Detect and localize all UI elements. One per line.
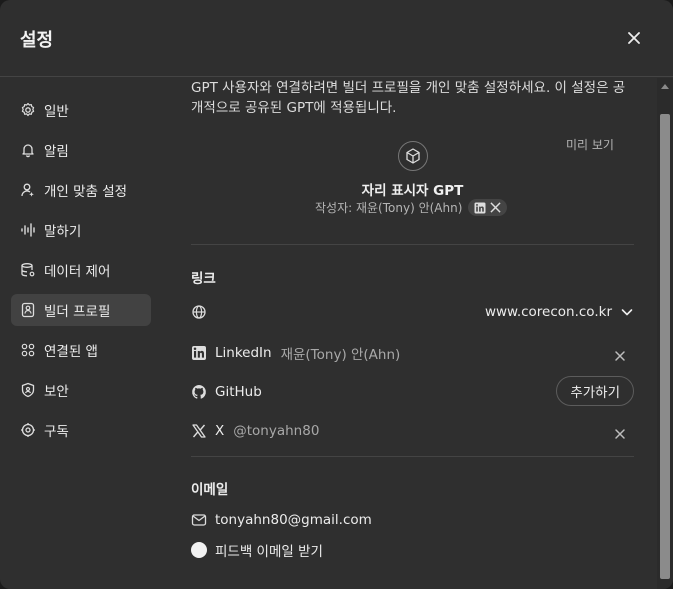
divider — [191, 244, 634, 245]
builder-profile-panel: GPT 사용자와 연결하려면 빌더 프로필을 개인 맞춤 설정하세요. 이 설정… — [165, 78, 657, 589]
gpt-author: 작성자: 재윤(Tony) 안(Ahn) — [315, 199, 508, 216]
scroll-thumb[interactable] — [660, 114, 670, 579]
sidebar-item-label: 말하기 — [44, 224, 82, 240]
links-section-title: 링크 — [191, 271, 216, 287]
content-scrollbar[interactable] — [657, 78, 673, 589]
sidebar-item-general[interactable]: 일반 — [11, 94, 151, 126]
author-text: 작성자: 재윤(Tony) 안(Ahn) — [315, 201, 463, 215]
person-icon — [20, 182, 36, 198]
gear-icon — [20, 102, 36, 118]
github-row: GitHub 추가하기 — [191, 376, 634, 406]
sidebar-item-label: 데이터 제어 — [44, 264, 111, 280]
x-label: X — [215, 423, 225, 439]
close-icon[interactable] — [622, 26, 646, 50]
x-logo-icon — [191, 423, 207, 439]
settings-dialog: 설정 일반 알림 개인 맞춤 설정 말하기 데이터 제어 빌더 프로필 연결된 … — [0, 0, 673, 589]
sidebar-item-label: 개인 맞춤 설정 — [44, 184, 128, 200]
database-icon — [20, 262, 36, 278]
mail-icon — [191, 512, 207, 528]
sidebar-item-connected-apps[interactable]: 연결된 앱 — [11, 334, 151, 366]
cube-icon — [398, 141, 428, 171]
sidebar-item-label: 구독 — [44, 424, 69, 440]
divider — [191, 456, 634, 457]
linkedin-value: 재윤(Tony) 안(Ahn) — [280, 347, 401, 363]
chevron-down-icon — [621, 309, 633, 316]
linkedin-icon — [474, 202, 486, 214]
email-address: tonyahn80@gmail.com — [215, 512, 372, 528]
profile-description: GPT 사용자와 연결하려면 빌더 프로필을 개인 맞춤 설정하세요. 이 설정… — [191, 80, 626, 116]
sidebar-item-security[interactable]: 보안 — [11, 374, 151, 406]
add-github-button[interactable]: 추가하기 — [556, 376, 634, 406]
scroll-up-arrow-icon[interactable] — [661, 84, 669, 89]
globe-icon — [191, 304, 207, 320]
linkedin-icon — [191, 345, 207, 361]
domain-value: www.corecon.co.kr — [484, 304, 612, 320]
bell-icon — [20, 142, 36, 158]
github-icon — [191, 384, 207, 400]
github-label: GitHub — [215, 384, 262, 400]
id-card-icon — [20, 302, 36, 318]
subscription-icon — [20, 422, 36, 438]
sidebar-item-subscription[interactable]: 구독 — [11, 414, 151, 446]
feedback-email-radio[interactable] — [191, 542, 207, 558]
waveform-icon — [20, 222, 36, 238]
linkedin-label: LinkedIn — [215, 345, 272, 361]
shield-icon — [20, 382, 36, 398]
sidebar-item-label: 보안 — [44, 384, 69, 400]
domain-select[interactable]: www.corecon.co.kr — [485, 300, 634, 324]
sidebar-item-notifications[interactable]: 알림 — [11, 134, 151, 166]
sidebar-item-personalization[interactable]: 개인 맞춤 설정 — [11, 174, 151, 206]
preview-label: 미리 보기 — [566, 138, 614, 152]
dialog-title: 설정 — [20, 30, 54, 51]
x-row: X @tonyahn80 — [191, 419, 634, 443]
sidebar-item-label: 일반 — [44, 104, 69, 120]
dialog-header: 설정 — [0, 0, 673, 77]
sidebar-item-label: 연결된 앱 — [44, 344, 98, 360]
apps-grid-icon — [20, 342, 36, 358]
email-section-title: 이메일 — [191, 482, 229, 498]
remove-x-icon[interactable] — [614, 425, 626, 439]
gpt-name: 자리 표시자 GPT — [361, 183, 464, 199]
linkedin-row: LinkedIn 재윤(Tony) 안(Ahn) — [191, 341, 634, 365]
x-value: @tonyahn80 — [233, 423, 320, 439]
feedback-email-label: 피드백 이메일 받기 — [215, 544, 323, 560]
settings-sidebar: 일반 알림 개인 맞춤 설정 말하기 데이터 제어 빌더 프로필 연결된 앱 보… — [0, 78, 165, 589]
feedback-email-row: 피드백 이메일 받기 — [191, 538, 634, 562]
sidebar-item-speech[interactable]: 말하기 — [11, 214, 151, 246]
sidebar-item-label: 알림 — [44, 144, 69, 160]
email-row: tonyahn80@gmail.com — [191, 508, 634, 532]
sidebar-item-label: 빌더 프로필 — [44, 304, 111, 320]
sidebar-item-data-controls[interactable]: 데이터 제어 — [11, 254, 151, 286]
x-logo-icon — [490, 202, 502, 213]
sidebar-item-builder-profile[interactable]: 빌더 프로필 — [11, 294, 151, 326]
remove-linkedin-icon[interactable] — [614, 347, 626, 361]
author-social-badges — [468, 199, 508, 216]
website-row: www.corecon.co.kr — [191, 300, 634, 324]
